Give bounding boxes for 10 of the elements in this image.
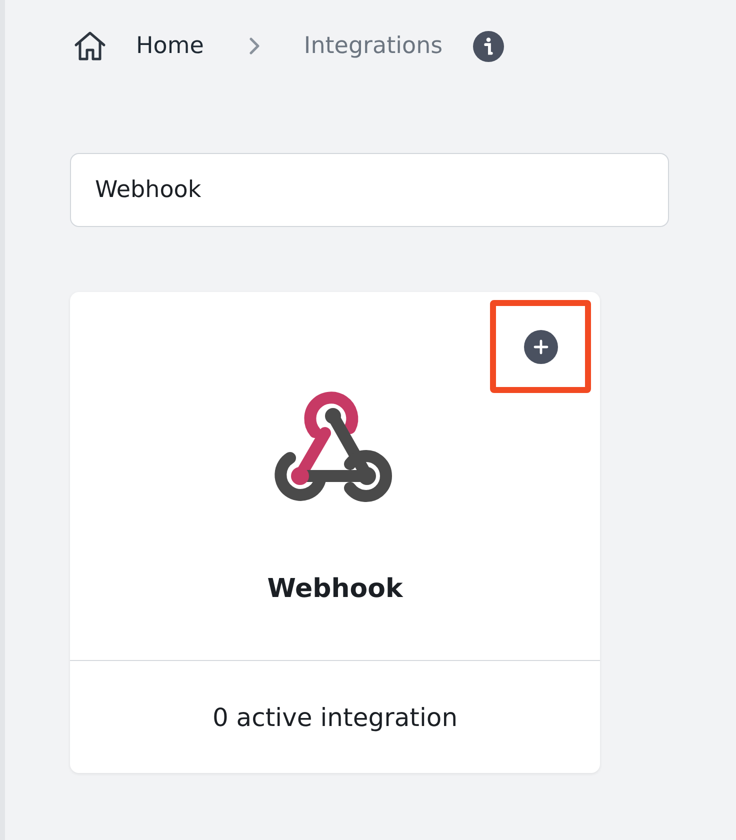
- add-icon[interactable]: [524, 330, 558, 364]
- search-field[interactable]: Webhook: [70, 153, 669, 227]
- breadcrumb-link[interactable]: Home: [136, 33, 204, 59]
- breadcrumb-current: Integrations: [304, 33, 443, 59]
- card-title: Webhook: [267, 574, 403, 604]
- card-footer-text: 0 active integration: [211, 702, 459, 734]
- info-icon[interactable]: [472, 30, 504, 62]
- chevron-icon: [248, 36, 260, 56]
- home-icon[interactable]: [73, 30, 107, 62]
- integration-card[interactable]: Webhook 0 active integration: [70, 292, 600, 773]
